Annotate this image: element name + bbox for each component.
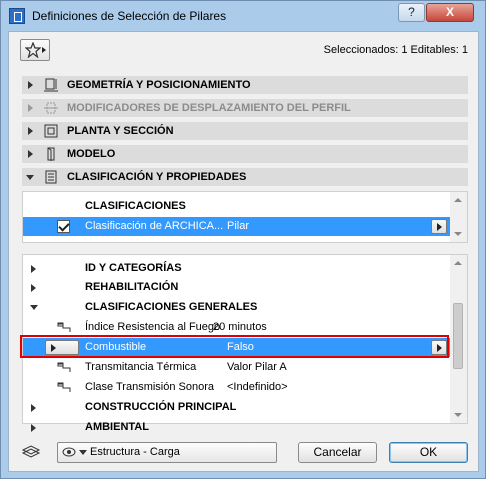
group-label: CLASIFICACIONES GENERALES (85, 301, 258, 313)
eye-icon (62, 447, 76, 457)
title-bar[interactable]: Definiciones de Selección de Pilares ? X (1, 1, 485, 31)
collapse-triangle-icon (26, 175, 34, 180)
star-icon (25, 42, 41, 58)
scroll-up-icon[interactable] (454, 198, 462, 202)
classification-value: Pilar (227, 220, 250, 232)
section-floor-plan[interactable]: PLANTA Y SECCIÓN (22, 122, 468, 140)
highlight-box (20, 335, 449, 358)
expand-triangle-icon (31, 404, 36, 412)
layer-icon (21, 445, 41, 458)
scroll-down-icon[interactable] (454, 413, 462, 417)
section-model[interactable]: MODELO (22, 145, 468, 163)
classifications-panel: CLASIFICACIONES Clasificación de ARCHICA… (22, 191, 468, 243)
ok-button[interactable]: OK (389, 442, 468, 463)
classification-checkbox[interactable] (57, 220, 70, 233)
geometry-icon (44, 78, 58, 92)
expand-triangle-icon (31, 424, 36, 432)
classification-arrow-button[interactable] (431, 219, 447, 234)
section-classification[interactable]: CLASIFICACIÓN Y PROPIEDADES (22, 168, 468, 186)
classification-row[interactable]: Clasificación de ARCHICA... Pilar (23, 217, 451, 236)
window-title: Definiciones de Selección de Pilares (32, 9, 227, 23)
link-icon (57, 362, 71, 372)
property-value: Valor Pilar A (227, 361, 287, 373)
property-group-rehab[interactable]: REHABILITACIÓN (23, 278, 451, 297)
layer-combo-value: Estructura - Carga (90, 446, 180, 458)
profile-offset-icon (44, 102, 58, 114)
scroll-down-icon[interactable] (454, 232, 462, 236)
layer-combo[interactable]: Estructura - Carga (57, 442, 277, 463)
classifications-scrollbar[interactable] (450, 192, 467, 242)
link-icon (57, 382, 71, 392)
property-name: Clase Transmisión Sonora (85, 381, 215, 393)
property-group-environment[interactable]: AMBIENTAL (23, 418, 451, 437)
section-label: CLASIFICACIÓN Y PROPIEDADES (67, 171, 247, 183)
dialog-window: Definiciones de Selección de Pilares ? X… (0, 0, 486, 479)
section-label: MODIFICADORES DE DESPLAZAMIENTO DEL PERF… (67, 102, 351, 114)
scroll-thumb[interactable] (453, 303, 463, 369)
section-label: PLANTA Y SECCIÓN (67, 125, 174, 137)
expand-triangle-icon (28, 104, 33, 112)
favorites-arrow-icon (42, 47, 46, 53)
expand-triangle-icon (28, 127, 33, 135)
chevron-down-icon (79, 450, 87, 455)
property-group-id[interactable]: ID Y CATEGORÍAS (23, 259, 451, 278)
classification-name: Clasificación de ARCHICA... (85, 220, 224, 232)
favorites-button[interactable] (20, 39, 50, 61)
property-group-construction[interactable]: CONSTRUCCIÓN PRINCIPAL (23, 398, 451, 417)
classifications-header: CLASIFICACIONES (85, 200, 186, 212)
section-label: MODELO (67, 148, 116, 160)
classification-icon (45, 170, 57, 184)
floor-plan-icon (44, 124, 58, 138)
property-value: <Indefinido> (227, 381, 288, 393)
model-icon (47, 147, 55, 161)
cancel-button[interactable]: Cancelar (298, 442, 377, 463)
expand-triangle-icon (31, 284, 36, 292)
section-profile-offset: MODIFICADORES DE DESPLAZAMIENTO DEL PERF… (22, 99, 468, 117)
group-label: REHABILITACIÓN (85, 281, 179, 293)
selection-info: Seleccionados: 1 Editables: 1 (323, 44, 468, 56)
close-button[interactable]: X (426, 3, 474, 22)
property-row-sound[interactable]: Clase Transmisión Sonora <Indefinido> (23, 378, 451, 397)
collapse-triangle-icon (30, 305, 38, 310)
link-icon (57, 322, 71, 332)
expand-triangle-icon (28, 81, 33, 89)
property-name: Transmitancia Térmica (85, 361, 197, 373)
section-label: GEOMETRÍA Y POSICIONAMIENTO (67, 79, 251, 91)
section-geometry[interactable]: GEOMETRÍA Y POSICIONAMIENTO (22, 76, 468, 94)
dialog-client: Seleccionados: 1 Editables: 1 GEOMETRÍA … (8, 31, 479, 472)
group-label: CONSTRUCCIÓN PRINCIPAL (85, 401, 237, 413)
properties-scrollbar[interactable] (450, 255, 467, 423)
property-row-thermal[interactable]: Transmitancia Térmica Valor Pilar A (23, 358, 451, 377)
expand-triangle-icon (28, 150, 33, 158)
property-group-general[interactable]: CLASIFICACIONES GENERALES (23, 298, 451, 317)
scroll-up-icon[interactable] (454, 261, 462, 265)
group-label: AMBIENTAL (85, 421, 149, 433)
expand-triangle-icon (31, 265, 36, 273)
app-icon (9, 8, 25, 24)
help-button[interactable]: ? (398, 3, 425, 22)
group-label: ID Y CATEGORÍAS (85, 262, 182, 274)
